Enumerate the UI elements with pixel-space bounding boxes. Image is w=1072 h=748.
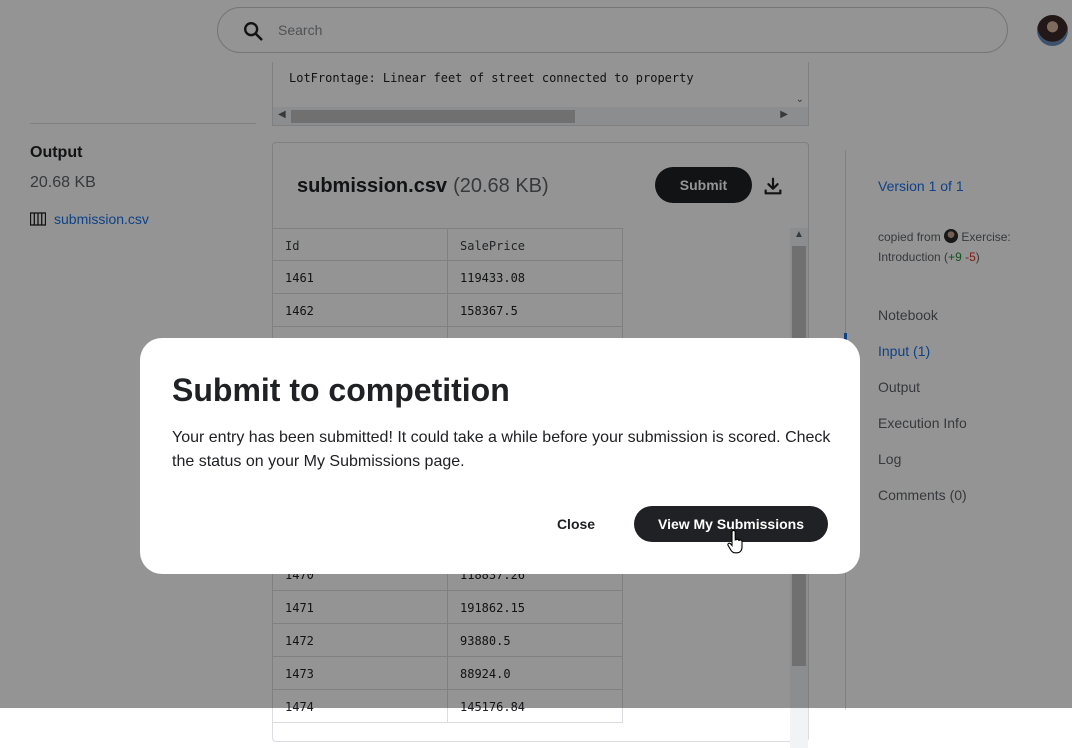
submit-dialog: Submit to competition Your entry has bee… [140,338,860,574]
dialog-message: Your entry has been submitted! It could … [172,429,831,470]
hand-cursor-icon [727,530,743,554]
dialog-title: Submit to competition [172,372,510,408]
close-button[interactable]: Close [546,506,606,542]
